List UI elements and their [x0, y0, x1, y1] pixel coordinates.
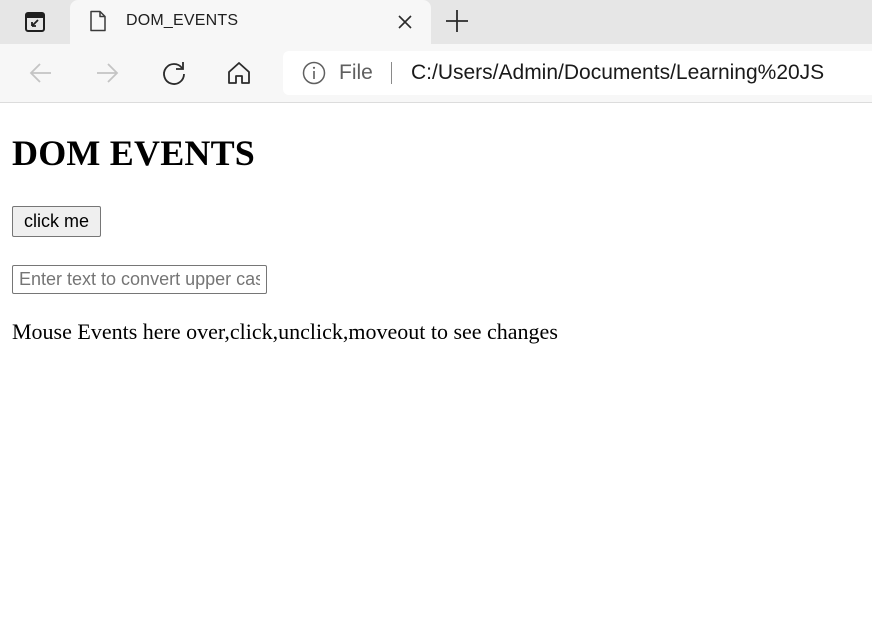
home-icon [228, 62, 250, 84]
url-text[interactable]: C:/Users/Admin/Documents/Learning%20JS [411, 61, 824, 85]
tab-strip: DOM_EVENTS [0, 0, 872, 44]
plus-icon[interactable] [443, 7, 471, 35]
page-title: DOM EVENTS [12, 133, 256, 173]
page-content: DOM EVENTS click me Mouse Events here ov… [0, 103, 872, 643]
site-info-label[interactable]: File [339, 61, 373, 85]
home-button[interactable] [223, 57, 255, 89]
uppercase-text-input[interactable] [12, 265, 267, 294]
tab-actions-icon [25, 12, 45, 32]
back-arrow-icon [29, 63, 51, 83]
forward-arrow-icon [97, 63, 119, 83]
document-icon [90, 10, 106, 32]
refresh-button[interactable] [158, 57, 190, 89]
browser-toolbar: File C:/Users/Admin/Documents/Learning%2… [0, 44, 872, 103]
address-divider [391, 62, 392, 84]
tab-title: DOM_EVENTS [126, 12, 239, 29]
browser-tab[interactable]: DOM_EVENTS [70, 0, 431, 44]
close-icon[interactable] [395, 12, 415, 32]
address-bar[interactable]: File C:/Users/Admin/Documents/Learning%2… [283, 51, 872, 95]
click-me-button[interactable]: click me [12, 206, 102, 237]
refresh-icon [163, 62, 185, 85]
forward-button[interactable] [91, 57, 123, 89]
tab-actions-button[interactable] [0, 0, 70, 44]
info-icon[interactable] [302, 61, 326, 85]
back-button[interactable] [25, 57, 57, 89]
mouse-events-area[interactable]: Mouse Events here over,click,unclick,mov… [12, 319, 558, 345]
